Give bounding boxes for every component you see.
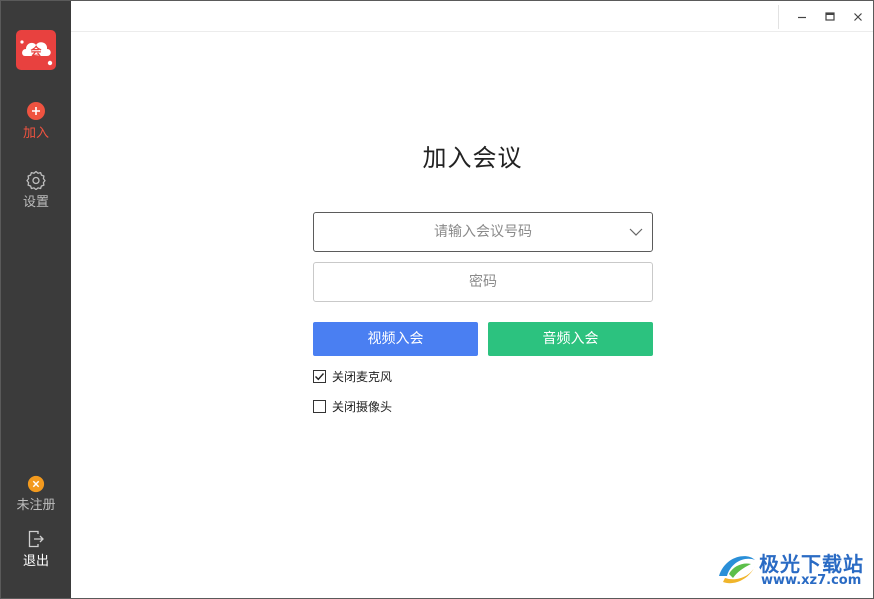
sidebar-item-label: 设置 <box>22 195 49 210</box>
disable-camera-label: 关闭摄像头 <box>332 399 393 414</box>
video-join-button[interactable]: 视频入会 <box>313 322 478 356</box>
minimize-button[interactable] <box>791 6 813 28</box>
sidebar-item-label: 退出 <box>22 554 49 569</box>
meeting-number-input[interactable] <box>314 213 652 251</box>
plus-circle-icon <box>27 102 45 120</box>
close-icon <box>854 13 862 21</box>
exit-icon <box>28 530 44 548</box>
mute-mic-label: 关闭麦克风 <box>332 369 393 384</box>
disable-camera-checkbox[interactable] <box>313 399 326 413</box>
audio-join-button[interactable]: 音频入会 <box>488 322 653 356</box>
sidebar-item-exit[interactable]: 退出 <box>1 529 71 570</box>
app-logo: 会 <box>16 30 56 70</box>
gear-icon <box>26 170 46 190</box>
password-input[interactable] <box>314 263 652 301</box>
titlebar-divider <box>778 5 779 29</box>
disable-camera-option[interactable]: 关闭摄像头 <box>313 398 392 414</box>
watermark-logo-icon <box>719 556 755 584</box>
app-window: 会 加入 设置 未注册 退出 加入会议 请输入会议号码 视频入会 音频入会 关闭… <box>0 0 874 599</box>
sidebar-item-register[interactable]: 未注册 <box>1 475 71 514</box>
watermark-url: www.xz7.com <box>761 573 862 588</box>
minimize-icon <box>798 16 806 19</box>
chevron-down-icon[interactable] <box>629 225 643 239</box>
unregistered-icon <box>27 475 45 493</box>
sidebar-item-join[interactable]: 加入 <box>1 101 71 142</box>
page-title: 加入会议 <box>422 144 523 172</box>
title-bar <box>71 1 873 32</box>
mute-mic-option[interactable]: 关闭麦克风 <box>313 368 392 384</box>
close-button[interactable] <box>847 6 869 28</box>
maximize-icon <box>825 12 835 21</box>
cloud-logo-icon: 会 <box>20 40 53 66</box>
logo-char: 会 <box>31 44 43 58</box>
maximize-button[interactable] <box>819 6 841 28</box>
sidebar-item-settings[interactable]: 设置 <box>1 170 71 211</box>
sidebar-item-label: 加入 <box>22 126 49 141</box>
watermark: 极光下载站 www.xz7.com <box>715 546 865 591</box>
register-status-label: 未注册 <box>16 498 56 513</box>
checkmark-icon <box>315 372 325 380</box>
sidebar: 会 加入 设置 未注册 退出 <box>1 1 71 598</box>
mute-mic-checkbox[interactable] <box>313 369 326 383</box>
meeting-number-field[interactable] <box>313 212 653 252</box>
password-field[interactable] <box>313 262 653 302</box>
